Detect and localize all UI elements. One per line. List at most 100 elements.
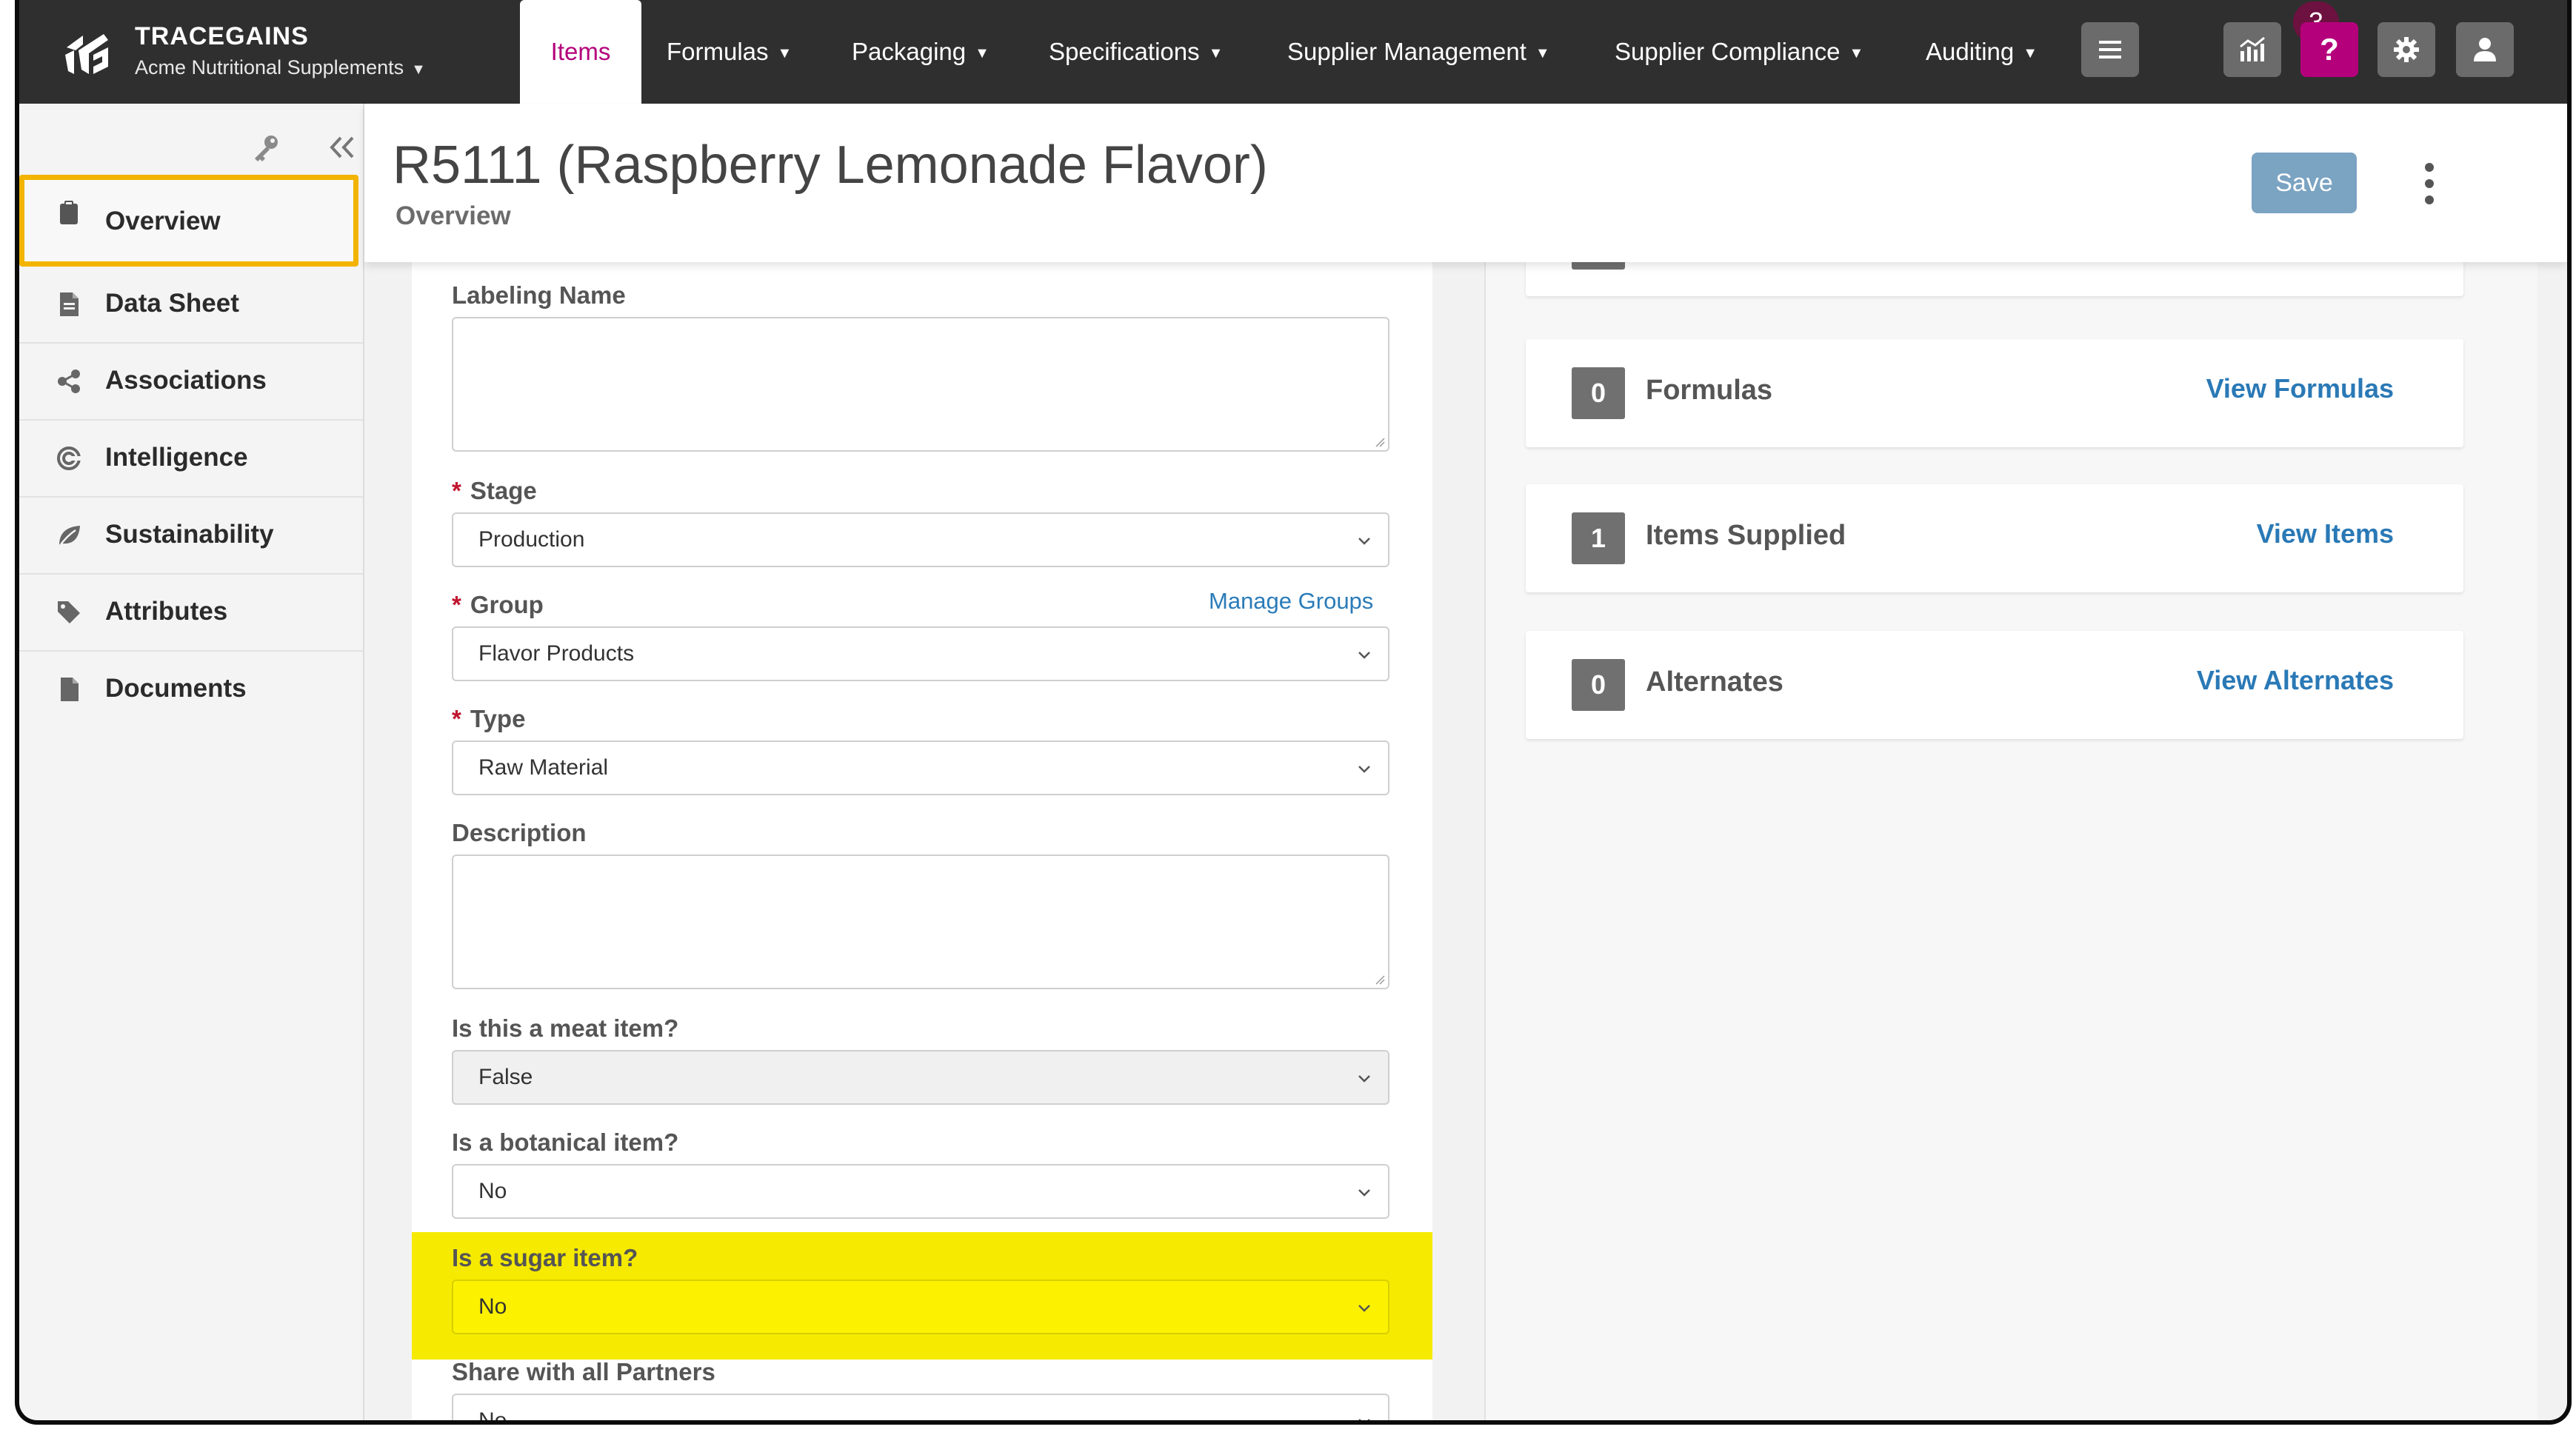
meat-item-value: False <box>478 1065 533 1089</box>
sidebar-item-attributes[interactable]: Attributes <box>19 575 363 652</box>
sidebar-item-intelligence[interactable]: Intelligence <box>19 421 363 498</box>
org-name: Acme Nutritional Supplements <box>135 56 404 78</box>
nav-packaging-label: Packaging <box>852 38 967 65</box>
nav-auditing-label: Auditing <box>1926 38 2015 65</box>
botanical-item-select[interactable]: No <box>452 1164 1389 1219</box>
chevron-down-icon <box>1358 652 1370 659</box>
items-supplied-title: Items Supplied <box>1646 520 1846 551</box>
group-select[interactable]: Flavor Products <box>452 626 1389 681</box>
nav-packaging[interactable]: Packaging ▼ <box>852 0 990 104</box>
nav-specifications[interactable]: Specifications ▼ <box>1049 0 1223 104</box>
meat-item-select[interactable]: False <box>452 1050 1389 1105</box>
stage-select[interactable]: Production <box>452 512 1389 567</box>
sugar-item-value: No <box>478 1294 507 1319</box>
save-button[interactable]: Save <box>2252 153 2357 213</box>
sidebar-item-label: Data Sheet <box>105 289 239 318</box>
sidebar-item-overview[interactable]: Overview <box>19 175 358 267</box>
view-alternates-link[interactable]: View Alternates <box>2197 665 2394 696</box>
collapse-sidebar-icon[interactable] <box>329 135 356 160</box>
caret-down-icon: ▼ <box>2023 45 2038 61</box>
summary-panel: 0 Formulas View Formulas 1 Items Supplie… <box>1484 188 2537 1420</box>
type-select[interactable]: Raw Material <box>452 740 1389 795</box>
stage-value: Production <box>478 527 585 552</box>
resize-grip-icon <box>1375 438 1385 447</box>
view-items-link[interactable]: View Items <box>2257 518 2394 549</box>
sidebar-item-label: Documents <box>105 674 247 703</box>
nav-formulas-label: Formulas <box>667 38 769 65</box>
botanical-item-value: No <box>478 1179 507 1203</box>
sidebar-item-label: Associations <box>105 366 267 395</box>
top-nav: TRACEGAINS Acme Nutritional Supplements ▼… <box>19 0 2567 104</box>
alternates-card: 0 Alternates View Alternates <box>1526 631 2463 739</box>
page-subtitle: Overview <box>396 201 511 230</box>
window-frame: TRACEGAINS Acme Nutritional Supplements ▼… <box>0 0 2576 1438</box>
sugar-item-select[interactable]: No <box>452 1280 1389 1334</box>
tag-icon <box>58 601 80 623</box>
nav-items-label: Items <box>550 38 611 65</box>
stage-label-text: Stage <box>470 477 537 504</box>
help-icon: ? <box>2320 32 2339 67</box>
type-label-text: Type <box>470 705 526 732</box>
required-mark: * <box>452 477 461 504</box>
sidebar-item-sustainability[interactable]: Sustainability <box>19 498 363 575</box>
labeling-name-textarea[interactable] <box>452 317 1389 452</box>
sidebar-item-documents[interactable]: Documents <box>19 652 363 729</box>
share-partners-value: No <box>478 1408 507 1420</box>
caret-down-icon: ▼ <box>411 61 426 78</box>
chevron-down-icon <box>1358 538 1370 545</box>
required-mark: * <box>452 591 461 618</box>
nav-supplier-compliance[interactable]: Supplier Compliance ▼ <box>1615 0 1863 104</box>
share-partners-select[interactable]: No <box>452 1394 1389 1420</box>
sidebar: Overview Data Sheet Associations Intelli… <box>19 104 364 1420</box>
nav-supplier-management[interactable]: Supplier Management ▼ <box>1287 0 1550 104</box>
chevron-down-icon <box>1358 1305 1370 1312</box>
document-icon <box>60 292 79 316</box>
botanical-item-label: Is a botanical item? <box>452 1128 679 1156</box>
labeling-name-label: Labeling Name <box>452 281 626 309</box>
gear-icon <box>2394 37 2419 62</box>
page-header: R5111 (Raspberry Lemonade Flavor) Overvi… <box>364 104 2567 262</box>
clipboard-icon <box>60 201 78 224</box>
description-textarea[interactable] <box>452 855 1389 989</box>
sidebar-item-label: Overview <box>105 207 221 235</box>
nav-formulas[interactable]: Formulas ▼ <box>667 0 792 104</box>
nav-specifications-label: Specifications <box>1049 38 1200 65</box>
sidebar-item-label: Attributes <box>105 597 228 626</box>
share-icon <box>58 369 80 393</box>
item-form: Labeling Name * Stage Production * Group M… <box>412 262 1432 1420</box>
menu-button[interactable] <box>2081 22 2139 77</box>
key-icon[interactable] <box>250 133 280 163</box>
sidebar-item-label: Sustainability <box>105 520 274 549</box>
nav-auditing[interactable]: Auditing ▼ <box>1926 0 2038 104</box>
sidebar-item-data-sheet[interactable]: Data Sheet <box>19 267 363 344</box>
analytics-icon <box>2240 36 2265 61</box>
org-selector[interactable]: Acme Nutritional Supplements ▼ <box>135 56 426 79</box>
more-options-icon[interactable] <box>2422 161 2437 206</box>
user-button[interactable] <box>2456 22 2514 77</box>
sidebar-item-associations[interactable]: Associations <box>19 344 363 421</box>
nav-items[interactable]: Items <box>520 0 641 104</box>
caret-down-icon: ▼ <box>1535 45 1550 61</box>
nav-supplier-compliance-label: Supplier Compliance <box>1615 38 1841 65</box>
analytics-button[interactable] <box>2223 22 2281 77</box>
sidebar-tools <box>19 126 363 170</box>
caret-down-icon: ▼ <box>975 45 990 61</box>
brand-name: TRACEGAINS <box>135 22 309 50</box>
chevron-down-icon <box>1358 1075 1370 1083</box>
alternates-count: 0 <box>1572 659 1625 711</box>
alternates-title: Alternates <box>1646 666 1783 698</box>
items-supplied-count: 1 <box>1572 512 1625 564</box>
required-mark: * <box>452 705 461 732</box>
settings-button[interactable] <box>2378 22 2435 77</box>
formulas-count: 0 <box>1572 367 1625 419</box>
help-button[interactable]: ? <box>2300 22 2358 77</box>
leaf-icon <box>58 526 80 547</box>
group-value: Flavor Products <box>478 641 635 666</box>
tracegains-logo-icon <box>65 34 108 74</box>
manage-groups-link[interactable]: Manage Groups <box>1209 588 1373 615</box>
page-title: R5111 (Raspberry Lemonade Flavor) <box>393 136 1268 195</box>
view-formulas-link[interactable]: View Formulas <box>2206 373 2394 404</box>
group-label-text: Group <box>470 591 544 618</box>
sugar-item-label: Is a sugar item? <box>452 1244 638 1271</box>
nav-supplier-management-label: Supplier Management <box>1287 38 1526 65</box>
